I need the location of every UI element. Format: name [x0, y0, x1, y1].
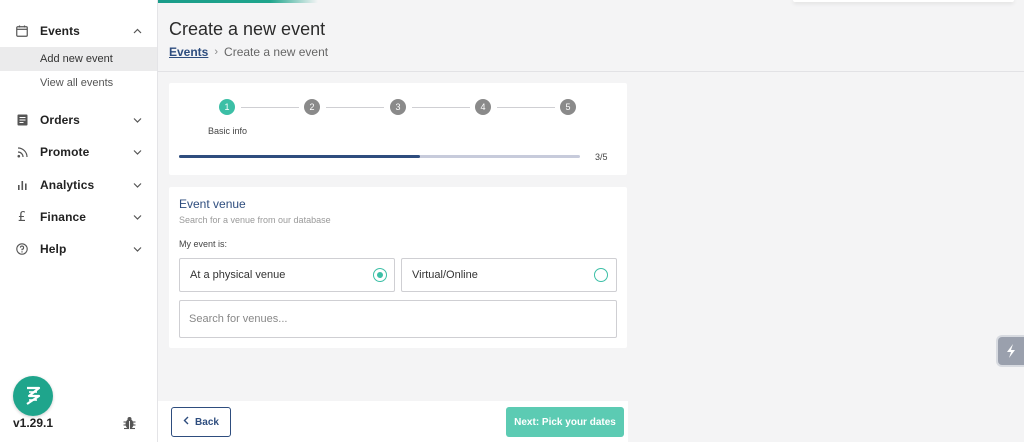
step-5[interactable]: 5 — [560, 99, 576, 115]
step-connector — [412, 107, 470, 108]
venue-section-title: Event venue — [179, 197, 246, 211]
app-version: v1.29.1 — [13, 416, 54, 430]
breadcrumb: Events › Create a new event — [169, 45, 328, 59]
sidebar-subitem-label: Add new event — [40, 53, 113, 65]
sidebar-item-finance[interactable]: £ Finance — [0, 205, 157, 229]
sidebar-item-events[interactable]: Events — [0, 19, 157, 43]
breadcrumb-link-events[interactable]: Events — [169, 45, 208, 59]
top-accent-bar — [158, 0, 318, 3]
venue-type-question: My event is: — [179, 239, 228, 249]
sidebar-item-promote[interactable]: Promote — [0, 140, 157, 164]
sidebar-item-orders[interactable]: Orders — [0, 108, 157, 132]
bar-chart-icon — [16, 179, 28, 191]
sidebar-item-label: Orders — [40, 113, 80, 127]
option-physical-venue[interactable]: At a physical venue — [179, 258, 395, 292]
sidebar: Events Add new event View all events Ord… — [0, 0, 158, 442]
sidebar-item-label: Events — [40, 24, 80, 38]
step-2[interactable]: 2 — [304, 99, 320, 115]
breadcrumb-separator: › — [214, 46, 219, 58]
sidebar-item-label: Analytics — [40, 178, 95, 192]
step-3[interactable]: 3 — [390, 99, 406, 115]
back-button-label: Back — [195, 416, 219, 428]
option-virtual-online[interactable]: Virtual/Online — [401, 258, 617, 292]
progress-bar — [179, 155, 580, 158]
option-label: At a physical venue — [190, 269, 286, 281]
sidebar-item-label: Promote — [40, 145, 90, 159]
chevron-left-icon — [183, 416, 189, 428]
radio-virtual-online[interactable] — [594, 268, 608, 282]
sidebar-subitem-view-all-events[interactable]: View all events — [0, 71, 157, 95]
venue-card: Event venue Search for a venue from our … — [169, 187, 627, 348]
sidebar-item-analytics[interactable]: Analytics — [0, 173, 157, 197]
step-1[interactable]: 1 — [219, 99, 235, 115]
progress-text: 3/5 — [595, 152, 608, 162]
pound-icon: £ — [17, 209, 27, 225]
chevron-down-icon — [132, 180, 142, 190]
venue-section-subtitle: Search for a venue from our database — [179, 215, 331, 225]
sidebar-subitem-add-new-event[interactable]: Add new event — [0, 47, 157, 71]
receipt-icon — [16, 114, 28, 126]
chevron-down-icon — [132, 147, 142, 157]
top-right-panel-edge — [793, 0, 1014, 2]
chevron-down-icon — [132, 212, 142, 222]
sidebar-item-help[interactable]: Help — [0, 237, 157, 261]
venue-search-input[interactable] — [179, 300, 617, 338]
next-button[interactable]: Next: Pick your dates — [506, 407, 624, 437]
step-4[interactable]: 4 — [475, 99, 491, 115]
calendar-icon — [16, 25, 28, 37]
floating-help-widget-icon[interactable] — [996, 335, 1024, 367]
chevron-down-icon — [132, 115, 142, 125]
page-title: Create a new event — [169, 19, 326, 39]
chevron-down-icon — [132, 244, 142, 254]
radio-physical-venue[interactable] — [373, 268, 387, 282]
brand-logo-icon[interactable] — [13, 376, 53, 416]
sidebar-item-label: Finance — [40, 210, 87, 224]
sidebar-item-label: Help — [40, 242, 67, 256]
step-connector — [326, 107, 384, 108]
step-connector — [241, 107, 299, 108]
question-circle-icon — [16, 243, 28, 255]
sidebar-subitem-label: View all events — [40, 77, 114, 89]
breadcrumb-current: Create a new event — [224, 45, 329, 59]
header-divider — [158, 71, 1024, 72]
rss-icon — [16, 146, 28, 158]
stepper-card: 1 2 3 4 5 Basic info 3/5 — [169, 83, 627, 175]
option-label: Virtual/Online — [412, 269, 478, 281]
back-button[interactable]: Back — [171, 407, 231, 437]
progress-bar-fill — [179, 155, 420, 158]
step-connector — [497, 107, 555, 108]
bug-icon[interactable] — [123, 416, 136, 430]
chevron-up-icon — [132, 26, 142, 36]
step-label-basic-info: Basic info — [208, 126, 248, 136]
